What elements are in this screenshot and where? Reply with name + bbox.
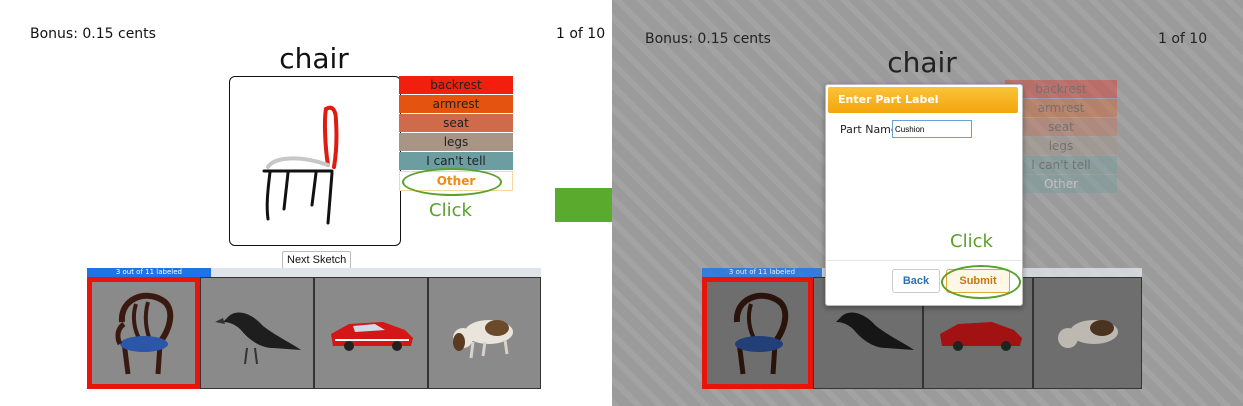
crow-image [215, 312, 301, 365]
part-name-label: Part Name [840, 123, 898, 136]
thumbnail-car[interactable] [314, 277, 428, 389]
chair-image [115, 292, 174, 375]
label-legs[interactable]: legs [399, 133, 513, 151]
thumbnail-strip [87, 277, 541, 389]
dog-image [453, 320, 513, 359]
label-armrest[interactable]: armrest [399, 95, 513, 113]
dialog-footer-divider [826, 260, 1022, 261]
sketch-canvas[interactable] [229, 76, 401, 246]
back-button[interactable]: Back [892, 269, 940, 293]
progress-fill-dimmed: 3 out of 11 labeled [702, 268, 822, 277]
thumbnail-dog[interactable] [428, 277, 541, 389]
thumbnail-chair[interactable] [87, 277, 200, 389]
chair-image-dimmed [733, 292, 789, 375]
other-highlight-ring [402, 168, 502, 196]
label-seat[interactable]: seat [399, 114, 513, 132]
page-counter-dimmed: 1 of 10 [1158, 31, 1208, 47]
part-label-dialog: Enter Part Label Part Name Click Back Su… [825, 84, 1023, 306]
thumbnail-chair-dimmed [702, 277, 813, 389]
submit-highlight-ring [941, 265, 1021, 299]
click-hint-modal: Click [950, 231, 993, 252]
progress-text-dimmed: 3 out of 11 labeled [728, 268, 796, 276]
progress-bar: 3 out of 11 labeled [87, 268, 541, 277]
next-sketch-button[interactable]: Next Sketch [282, 251, 352, 269]
label-backrest[interactable]: backrest [399, 76, 513, 94]
bonus-text: Bonus: 0.15 cents [30, 26, 156, 42]
sketch-drawing [262, 105, 339, 225]
object-title: chair [279, 42, 349, 75]
bonus-text-dimmed: Bonus: 0.15 cents [645, 31, 771, 47]
progress-fill: 3 out of 11 labeled [87, 268, 211, 277]
page-counter: 1 of 10 [556, 26, 606, 42]
left-panel: Bonus: 0.15 cents 1 of 10 chair backrest… [0, 0, 612, 406]
click-hint: Click [429, 200, 472, 221]
dog-image-dimmed [1058, 320, 1118, 348]
part-name-input[interactable] [892, 120, 972, 138]
progress-text: 3 out of 11 labeled [115, 268, 182, 276]
car-image [331, 322, 413, 351]
thumbnail-crow[interactable] [200, 277, 314, 389]
dialog-title: Enter Part Label [828, 87, 1018, 113]
object-title-dimmed: chair [887, 46, 957, 79]
thumbnail-dog-dimmed [1033, 277, 1142, 389]
